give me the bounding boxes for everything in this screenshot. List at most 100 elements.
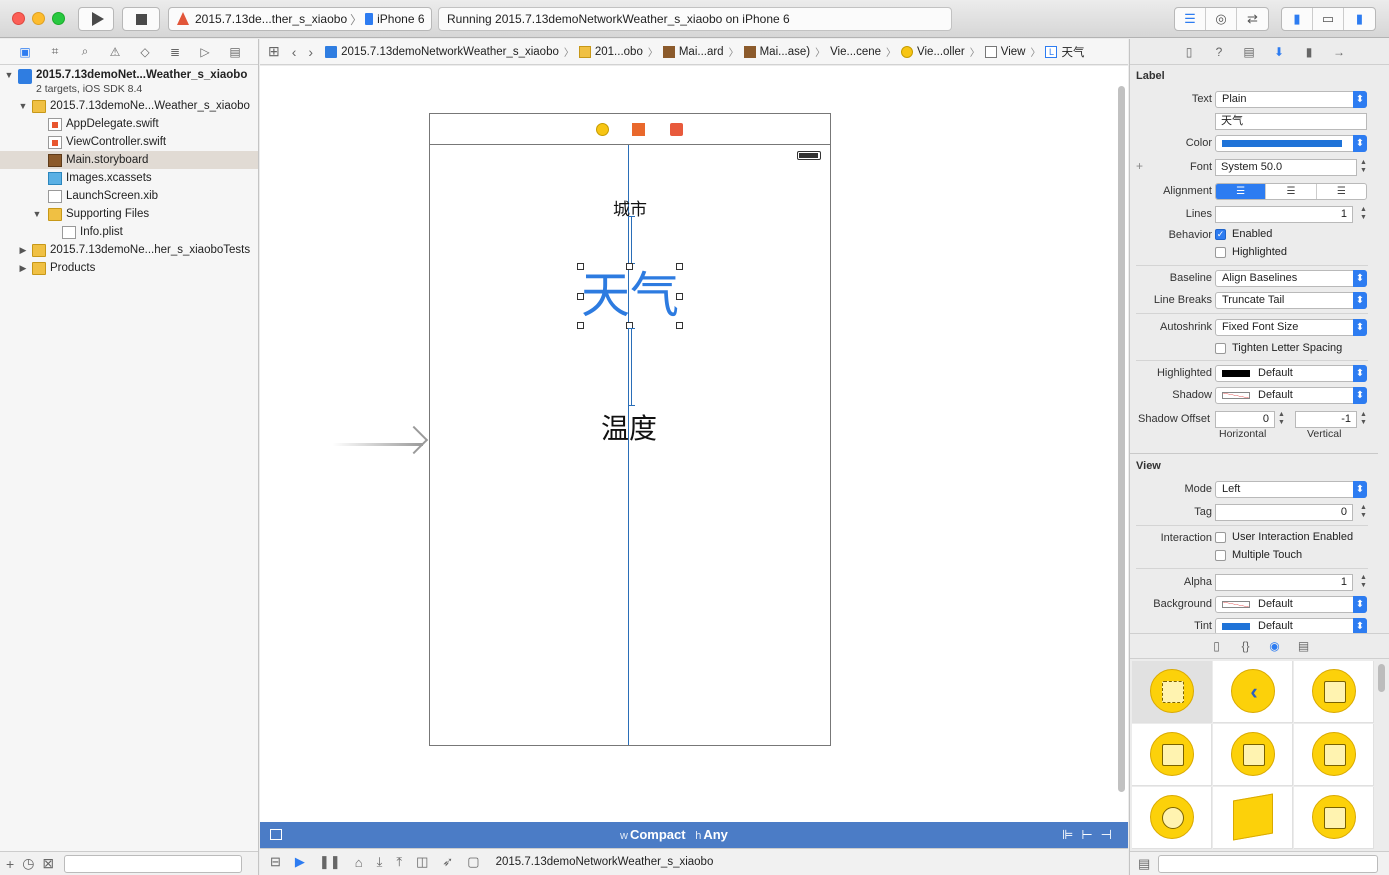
library-item-page-view-controller[interactable] — [1294, 724, 1374, 786]
debug-navigator-icon[interactable]: ≣ — [160, 45, 190, 59]
shadow-v-stepper[interactable]: ▲ ▼ — [1359, 411, 1368, 428]
tree-item-main-group[interactable]: ▼ 2015.7.13demoNe...Weather_s_xiaobo — [0, 97, 258, 115]
disclosure-open-icon[interactable]: ▼ — [18, 101, 28, 111]
size-inspector-icon[interactable]: ▮ — [1294, 45, 1324, 59]
library-item-object[interactable] — [1213, 787, 1293, 849]
resize-handle[interactable] — [676, 322, 683, 329]
project-navigator-icon[interactable]: ▣ — [10, 45, 40, 59]
text-value-field[interactable]: 天气 — [1215, 113, 1367, 130]
vertical-spacing-constraint[interactable] — [628, 216, 635, 264]
quick-help-icon[interactable]: ? — [1204, 45, 1234, 59]
text-type-popup[interactable]: Plain — [1215, 91, 1367, 108]
standard-editor-icon[interactable]: ☰ — [1175, 8, 1206, 30]
pause-icon[interactable]: ❚❚ — [319, 854, 341, 870]
close-window-button[interactable] — [12, 12, 25, 25]
crumb-storyboard[interactable]: Mai...ard — [662, 45, 724, 58]
crumb-scene[interactable]: Vie...cene — [689, 46, 1091, 785]
related-items-icon[interactable]: ⊞ — [268, 43, 280, 60]
debug-target[interactable]: 2015.7.13demoNetworkWeather_s_xiaobo — [496, 856, 714, 868]
alpha-field[interactable]: 1 — [1215, 574, 1353, 591]
toggle-navigator-icon[interactable]: ▮ — [1282, 8, 1313, 30]
crumb-folder[interactable]: 201...obo — [578, 45, 643, 58]
media-library-icon[interactable]: ▤ — [1289, 639, 1318, 653]
align-center-icon[interactable]: ☰ — [1266, 184, 1317, 199]
temperature-label[interactable]: 温度 — [588, 407, 670, 447]
first-responder-icon[interactable] — [632, 123, 645, 136]
crumb-label-element[interactable]: L 天气 — [1045, 44, 1084, 60]
target-app-icon[interactable]: ▢ — [467, 854, 479, 870]
add-icon[interactable]: + — [6, 856, 14, 872]
disclosure-closed-icon[interactable]: ▶ — [18, 245, 28, 256]
size-class-label[interactable]: w Compact h Any — [620, 827, 728, 842]
font-size-stepper[interactable]: ▲ ▼ — [1359, 159, 1368, 176]
tree-item-products[interactable]: ▶ Products — [0, 259, 258, 277]
shadow-offset-horizontal-field[interactable]: 0 — [1215, 411, 1275, 428]
weather-label[interactable]: 天气 — [580, 266, 680, 326]
shadow-h-stepper[interactable]: ▲ ▼ — [1277, 411, 1286, 428]
user-interaction-checkbox[interactable]: User Interaction Enabled — [1215, 531, 1353, 543]
crumb-view-controller[interactable]: Vie...oller — [901, 45, 965, 58]
shadow-offset-vertical-field[interactable]: -1 — [1295, 411, 1357, 428]
highlighted-checkbox[interactable]: Highlighted — [1215, 246, 1287, 258]
step-out-icon[interactable]: ⤒ — [396, 854, 402, 870]
library-scrollbar[interactable] — [1378, 664, 1385, 692]
tighten-letter-spacing-checkbox[interactable]: Tighten Letter Spacing — [1215, 342, 1342, 354]
alpha-stepper[interactable]: ▲ ▼ — [1359, 574, 1368, 591]
recent-files-icon[interactable]: ◷ — [22, 855, 34, 872]
library-item-tab-bar-controller[interactable] — [1132, 724, 1212, 786]
library-item-navigation-controller[interactable]: ‹ — [1213, 661, 1293, 723]
font-field[interactable]: System 50.0 — [1215, 159, 1357, 176]
scheme-selector[interactable]: 2015.7.13de...ther_s_xiaobo 〉 iPhone 6 — [168, 7, 432, 31]
issue-navigator-icon[interactable]: ⚠ — [100, 45, 130, 59]
tree-item-main-storyboard[interactable]: Main.storyboard — [0, 151, 258, 169]
crumb-project[interactable]: 2015.7.13demoNetworkWeather_s_xiaobo — [325, 45, 559, 58]
exit-icon[interactable] — [670, 123, 683, 136]
back-arrow-icon[interactable]: ‹ — [292, 44, 297, 60]
stop-button[interactable] — [122, 7, 160, 31]
view-debugger-icon[interactable]: ◫ — [416, 854, 428, 870]
tree-item-launchscreen[interactable]: LaunchScreen.xib — [0, 187, 258, 205]
baseline-popup[interactable]: Align Baselines — [1215, 270, 1367, 287]
location-icon[interactable]: ➶ — [442, 854, 453, 870]
canvas-vertical-scrollbar[interactable] — [1118, 86, 1125, 792]
find-navigator-icon[interactable]: ⌕ — [70, 44, 100, 59]
text-color-popup[interactable] — [1215, 135, 1367, 152]
maximize-window-button[interactable] — [52, 12, 65, 25]
attributes-inspector-icon[interactable]: ⬇ — [1264, 45, 1294, 59]
resolve-issues-icon[interactable]: ⊣ — [1101, 827, 1120, 842]
hide-debug-area-icon[interactable]: ⊟ — [270, 854, 281, 870]
shadow-color-popup[interactable]: Default — [1215, 387, 1367, 404]
background-color-popup[interactable]: Default — [1215, 596, 1367, 613]
library-item-glkit-view-controller[interactable] — [1132, 787, 1212, 849]
minimize-window-button[interactable] — [32, 12, 45, 25]
pin-icon[interactable]: ⊢ — [1081, 827, 1100, 842]
run-button[interactable] — [78, 7, 114, 31]
library-item-split-view-controller[interactable] — [1213, 724, 1293, 786]
resize-handle[interactable] — [626, 263, 633, 270]
tree-item-info-plist[interactable]: Info.plist — [0, 223, 258, 241]
tree-item-supporting-files[interactable]: ▼ Supporting Files — [0, 205, 258, 223]
toggle-utilities-icon[interactable]: ▮ — [1344, 8, 1375, 30]
tree-item-images[interactable]: Images.xcassets — [0, 169, 258, 187]
library-item-table-view-controller[interactable] — [1294, 661, 1374, 723]
grid-list-toggle-icon[interactable]: ▤ — [1138, 856, 1150, 872]
resize-handle[interactable] — [577, 263, 584, 270]
version-editor-icon[interactable]: ⇄ — [1237, 8, 1268, 30]
resize-handle[interactable] — [577, 322, 584, 329]
disclosure-open-icon[interactable]: ▼ — [32, 209, 42, 219]
lines-field[interactable]: 1 — [1215, 206, 1353, 223]
breakpoint-navigator-icon[interactable]: ▷ — [190, 45, 220, 59]
resize-handle[interactable] — [676, 263, 683, 270]
assistant-editor-icon[interactable]: ◎ — [1206, 8, 1237, 30]
align-icon[interactable]: ⊫ — [1062, 827, 1081, 842]
report-navigator-icon[interactable]: ▤ — [220, 45, 250, 59]
vertical-spacing-constraint[interactable] — [628, 328, 635, 406]
disclosure-closed-icon[interactable]: ▶ — [18, 263, 28, 274]
toggle-debug-area-icon[interactable]: ▭ — [1313, 8, 1344, 30]
breakpoints-toggle-icon[interactable]: ▶ — [295, 854, 305, 870]
autoshrink-popup[interactable]: Fixed Font Size — [1215, 319, 1367, 336]
view-controller-icon[interactable] — [596, 123, 609, 136]
forward-arrow-icon[interactable]: › — [308, 44, 313, 60]
code-snippet-library-icon[interactable]: {} — [1231, 639, 1260, 653]
highlighted-color-popup[interactable]: Default — [1215, 365, 1367, 382]
